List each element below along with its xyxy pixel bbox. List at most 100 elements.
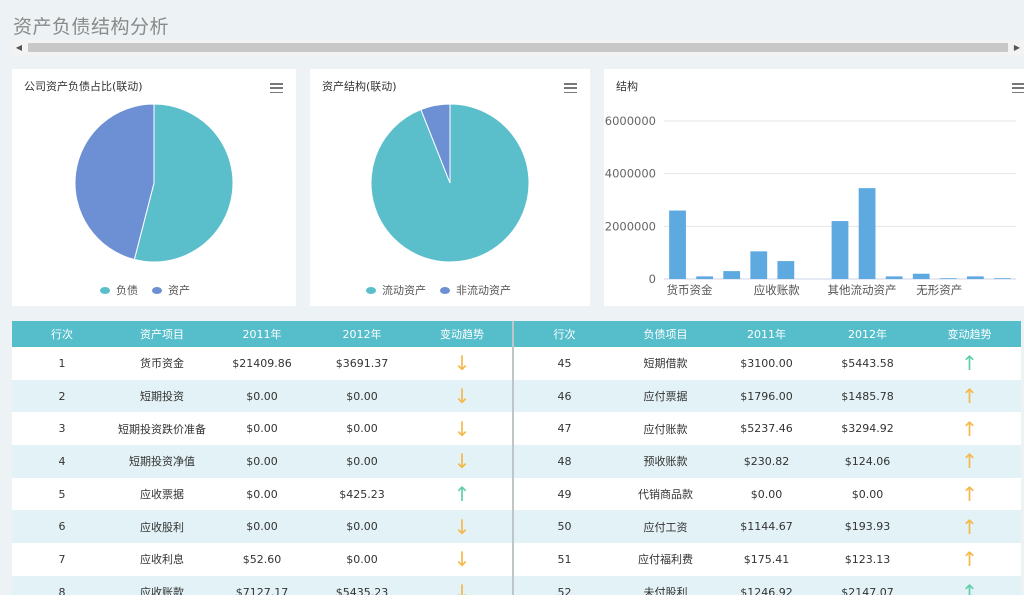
value-2011: $0.00 [246,422,278,436]
legend-item-assets[interactable]: 资产 [152,282,190,298]
table-row[interactable]: 6 应收股利 $0.00 $0.00 ↓ [12,510,512,544]
value-2011: $5237.46 [740,422,793,436]
value-2011: $0.00 [212,510,312,544]
table-row[interactable]: 52 未付股利 $1246.92 $2147.07 ↑ [514,575,1021,595]
row-number: 49 [557,487,572,501]
bar[interactable] [858,188,876,279]
scrollbar-thumb[interactable] [28,43,1008,52]
table-row[interactable]: 8 应收账款 $7127.17 $5435.23 ↓ [12,575,512,595]
row-number: 1 [58,356,66,370]
scroll-right-arrow-icon[interactable]: ▶ [1010,40,1024,55]
item-name: 应付工资 [615,510,716,544]
item-name: 货币资金 [140,357,184,371]
legend-dot-icon [440,286,450,294]
assets-table: 行次 资产项目 2011年 2012年 变动趋势 1 货币资金 $21409.86 $3691… [12,321,512,595]
structure-bar-chart[interactable]: 0 2000000 4000000 6000000 货币资金 应收账款 其他流动资产 无形资产 [604,69,1024,306]
value-2012: $425.23 [339,487,385,501]
column-header[interactable]: 行次 [514,321,615,347]
row-number: 5 [58,487,66,501]
table-row[interactable]: 45 短期借款 $3100.00 $5443.58 ↑ [514,347,1021,380]
table-row[interactable]: 49 代销商品款 $0.00 $0.00 ↑ [514,478,1021,511]
item-name: 应收票据 [140,488,184,502]
x-tick-label: 货币资金 [667,283,713,297]
value-2012: $0.00 [312,510,412,544]
asset-structure-pie-chart[interactable] [310,69,590,306]
bar[interactable] [966,276,984,279]
column-header[interactable]: 2011年 [716,321,817,347]
value-2011: $21409.86 [232,356,292,370]
table-row[interactable]: 47 应付账款 $5237.46 $3294.92 ↑ [514,412,1021,445]
value-2012: $2147.07 [817,575,918,595]
bar[interactable] [777,261,795,279]
row-number: 48 [514,445,615,478]
trend-cell: ↓ [412,379,512,413]
column-header[interactable]: 2012年 [312,321,412,347]
horizontal-scrollbar[interactable]: ◀ ▶ [12,40,1024,55]
table-row[interactable]: 2 短期投资 $0.00 $0.00 ↓ [12,379,512,413]
legend-item-noncurrent-assets[interactable]: 非流动资产 [440,282,511,298]
table-row[interactable]: 1 货币资金 $21409.86 $3691.37 ↓ [12,347,512,380]
trend-cell: ↑ [918,510,1021,544]
trend-cell: ↓ [412,543,512,576]
table-row[interactable]: 5 应收票据 $0.00 $425.23 ↑ [12,478,512,511]
column-header[interactable]: 变动趋势 [918,321,1021,347]
trend-down-arrow-icon: ↓ [453,416,471,441]
x-tick-label: 其他流动资产 [828,283,897,297]
x-tick-label: 无形资产 [916,283,962,297]
value-2012: $123.13 [844,552,891,566]
y-tick-label: 2000000 [605,219,656,233]
asset-liability-pie-chart[interactable] [12,69,296,306]
bar[interactable] [750,251,768,279]
item-name: 预收账款 [615,445,716,478]
column-header[interactable]: 2012年 [817,321,918,347]
legend-dot-icon [152,286,162,294]
value-2011: $1144.67 [716,510,817,544]
column-header[interactable]: 变动趋势 [412,321,512,347]
table-row[interactable]: 4 短期投资净值 $0.00 $0.00 ↓ [12,445,512,478]
trend-cell: ↓ [412,575,512,595]
table-row[interactable]: 51 应付福利费 $175.41 $123.13 ↑ [514,543,1021,576]
value-2011: $52.60 [242,552,282,566]
trend-up-arrow-icon: ↑ [453,482,471,507]
item-name: 未付股利 [615,575,716,595]
table-row[interactable]: 7 应收利息 $52.60 $0.00 ↓ [12,543,512,576]
bar[interactable] [994,278,1011,279]
bar[interactable] [696,276,714,279]
legend-label: 非流动资产 [456,284,511,297]
value-2011: $1796.00 [716,379,817,413]
trend-up-arrow-icon: ↑ [961,416,978,441]
table-row[interactable]: 46 应付票据 $1796.00 $1485.78 ↑ [514,379,1021,413]
column-header[interactable]: 2011年 [212,321,312,347]
bar[interactable] [723,271,741,279]
bar[interactable] [669,210,686,279]
trend-cell: ↓ [412,412,512,445]
table-row[interactable]: 48 预收账款 $230.82 $124.06 ↑ [514,445,1021,478]
value-2011: $175.41 [743,552,790,566]
legend-item-liabilities[interactable]: 负债 [100,282,138,298]
item-name: 代销商品款 [638,488,693,502]
bar[interactable] [912,273,930,279]
pie-legend: 流动资产 非流动资产 [366,282,525,298]
column-header[interactable]: 负债项目 [615,321,716,347]
value-2011: $0.00 [750,487,783,501]
trend-cell: ↑ [918,478,1021,511]
legend-item-current-assets[interactable]: 流动资产 [366,282,426,298]
value-2011: $3100.00 [740,356,793,370]
trend-cell: ↑ [918,543,1021,576]
column-header[interactable]: 资产项目 [112,321,212,347]
bar[interactable] [831,221,849,279]
trend-cell: ↓ [412,510,512,544]
bar[interactable] [939,278,957,279]
value-2012: $1485.78 [817,379,918,413]
scroll-left-arrow-icon[interactable]: ◀ [12,40,26,55]
table-row[interactable]: 50 应付工资 $1144.67 $193.93 ↑ [514,510,1021,544]
item-name: 应付票据 [615,379,716,413]
value-2011: $7127.17 [212,575,312,595]
bar[interactable] [885,276,903,279]
value-2012: $0.00 [346,552,378,566]
trend-cell: ↑ [918,379,1021,413]
trend-down-arrow-icon: ↓ [453,449,471,474]
column-header[interactable]: 行次 [12,321,112,347]
row-number: 4 [12,445,112,478]
table-row[interactable]: 3 短期投资跌价准备 $0.00 $0.00 ↓ [12,412,512,445]
